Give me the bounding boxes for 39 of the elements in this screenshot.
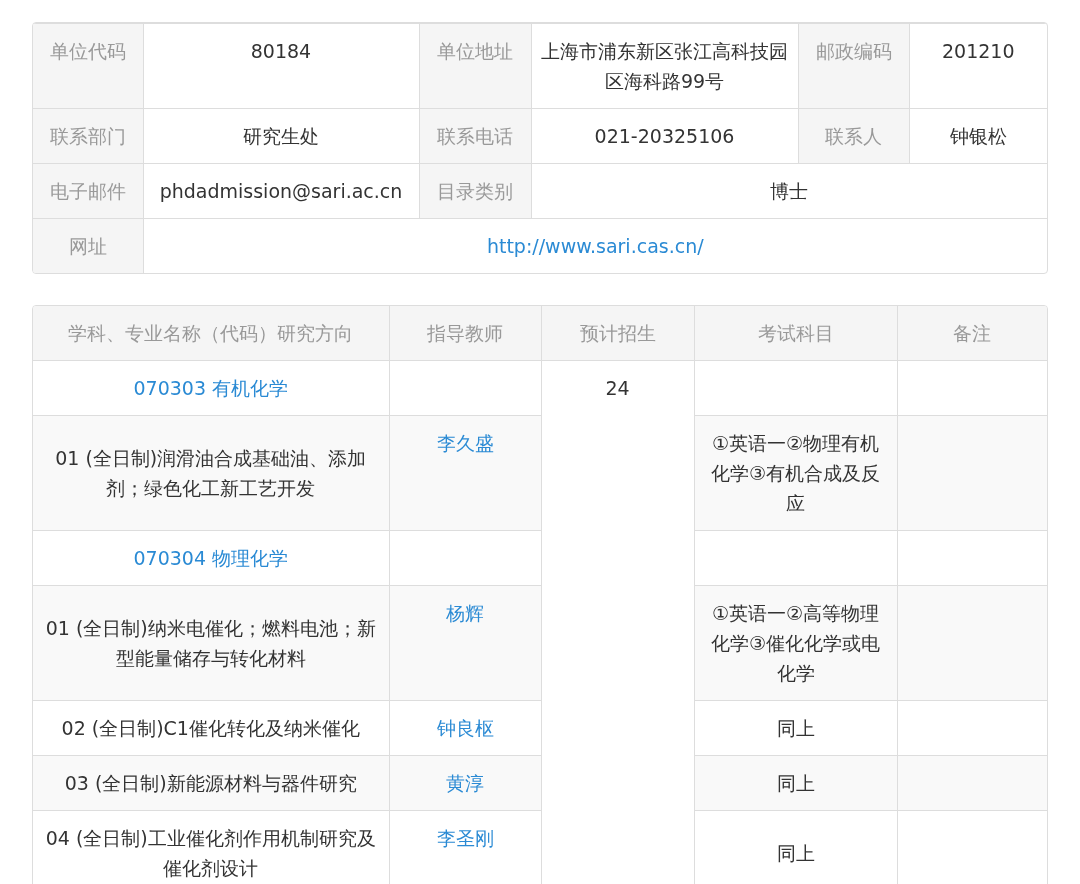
advisor-link[interactable]: 李圣刚 — [436, 827, 494, 849]
research-direction: 01 (全日制)润滑油合成基础油、添加剂；绿色化工新工艺开发 — [33, 415, 389, 531]
column-header: 考试科目 — [694, 306, 897, 361]
enrollment-count: 24 — [541, 360, 694, 884]
info-label: 联系人 — [798, 108, 909, 164]
info-value: 上海市浦东新区张江高科技园区海科路99号 — [531, 23, 798, 109]
research-direction: 04 (全日制)工业催化剂作用机制研究及催化剂设计 — [33, 810, 389, 884]
info-label: 联系部门 — [33, 108, 143, 164]
exam-subjects: ①英语一②高等物理化学③催化化学或电化学 — [694, 585, 897, 701]
research-direction: 02 (全日制)C1催化转化及纳米催化 — [33, 700, 389, 756]
info-value: 021-20325106 — [531, 108, 798, 164]
info-value: 201210 — [909, 23, 1047, 109]
info-label: 电子邮件 — [33, 163, 143, 219]
column-header: 备注 — [897, 306, 1047, 361]
exam-subjects: ①英语一②物理有机化学③有机合成及反应 — [694, 415, 897, 531]
info-label: 目录类别 — [419, 163, 531, 219]
info-label: 单位地址 — [419, 23, 531, 109]
info-label: 单位代码 — [33, 23, 143, 109]
info-value: 研究生处 — [143, 108, 419, 164]
info-value: 80184 — [143, 23, 419, 109]
exam-subjects: 同上 — [694, 700, 897, 756]
info-label: 邮政编码 — [798, 23, 909, 109]
exam-subjects: 同上 — [694, 755, 897, 811]
advisor-link[interactable]: 钟良枢 — [436, 717, 494, 739]
website-link[interactable]: http://www.sari.cas.cn/ — [486, 235, 704, 257]
exam-subjects: 同上 — [694, 810, 897, 884]
info-label: 联系电话 — [419, 108, 531, 164]
research-direction: 01 (全日制)纳米电催化；燃料电池；新型能量储存与转化材料 — [33, 585, 389, 701]
research-direction: 03 (全日制)新能源材料与器件研究 — [33, 755, 389, 811]
major-link[interactable]: 070303 有机化学 — [133, 377, 289, 399]
column-header: 预计招生 — [541, 306, 694, 361]
major-link[interactable]: 070304 物理化学 — [133, 547, 289, 569]
column-header: 指导教师 — [389, 306, 541, 361]
column-header: 学科、专业名称（代码）研究方向 — [33, 306, 389, 361]
advisor-link[interactable]: 黄淳 — [446, 772, 484, 794]
advisor-link[interactable]: 李久盛 — [436, 432, 494, 454]
info-label: 网址 — [33, 218, 143, 273]
advisor-link[interactable]: 杨辉 — [446, 602, 484, 624]
info-value: phdadmission@sari.ac.cn — [143, 163, 419, 219]
